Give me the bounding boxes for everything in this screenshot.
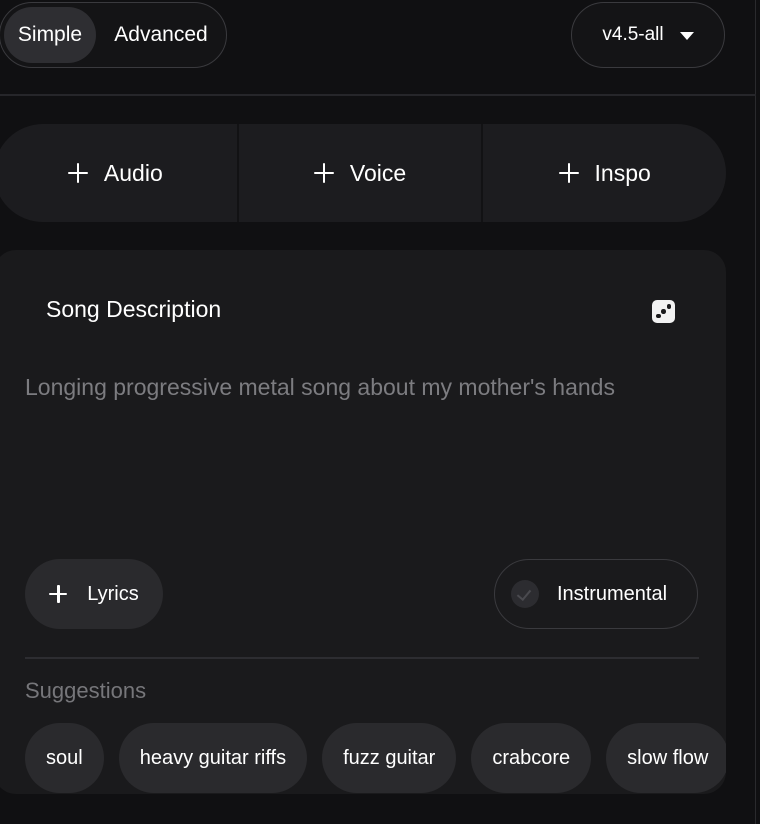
suggestion-chip[interactable]: soul (25, 723, 104, 793)
add-lyrics-label: Lyrics (87, 582, 139, 605)
song-description-title: Song Description (46, 296, 222, 322)
plus-icon (67, 163, 88, 183)
add-voice-button[interactable]: Voice (236, 124, 482, 222)
suggestion-chip[interactable]: fuzz guitar (322, 723, 457, 793)
model-version-label: v4.5-all (602, 24, 664, 45)
suggestion-chips: soul heavy guitar riffs fuzz guitar crab… (25, 723, 726, 793)
instrumental-label: Instrumental (557, 582, 668, 605)
add-voice-label: Voice (349, 159, 407, 186)
add-inspo-button[interactable]: Inspo (481, 124, 726, 222)
mode-toggle: Simple Advanced (0, 2, 227, 68)
plus-icon (313, 163, 334, 183)
song-description-input[interactable] (25, 374, 705, 524)
add-audio-button[interactable]: Audio (0, 124, 237, 222)
simple-mode-button[interactable]: Simple (4, 7, 96, 63)
model-version-dropdown[interactable]: v4.5-all (571, 2, 725, 68)
suggestion-chip[interactable]: heavy guitar riffs (118, 723, 308, 793)
plus-icon (49, 585, 68, 603)
create-panel: Simple Advanced v4.5-all Audio Voice Ins… (0, 0, 760, 824)
suggestions-divider (25, 657, 699, 659)
add-source-group: Audio Voice Inspo (0, 124, 726, 222)
panel-edge-divider (755, 0, 756, 824)
dice-icon[interactable] (652, 300, 675, 323)
caret-down-icon (679, 32, 694, 40)
header-divider (0, 94, 756, 96)
instrumental-toggle[interactable]: Instrumental (494, 559, 698, 629)
suggestion-chip[interactable]: slow flow (606, 723, 726, 793)
song-description-card: Song Description Lyrics Instrumental Sug… (0, 250, 726, 794)
check-circle-icon (511, 580, 539, 608)
add-audio-label: Audio (103, 159, 163, 186)
plus-icon (558, 163, 579, 183)
advanced-mode-button[interactable]: Advanced (100, 7, 222, 63)
add-inspo-label: Inspo (594, 159, 651, 186)
suggestion-chip[interactable]: crabcore (471, 723, 592, 793)
suggestions-label: Suggestions (25, 678, 147, 703)
add-lyrics-button[interactable]: Lyrics (25, 559, 163, 629)
